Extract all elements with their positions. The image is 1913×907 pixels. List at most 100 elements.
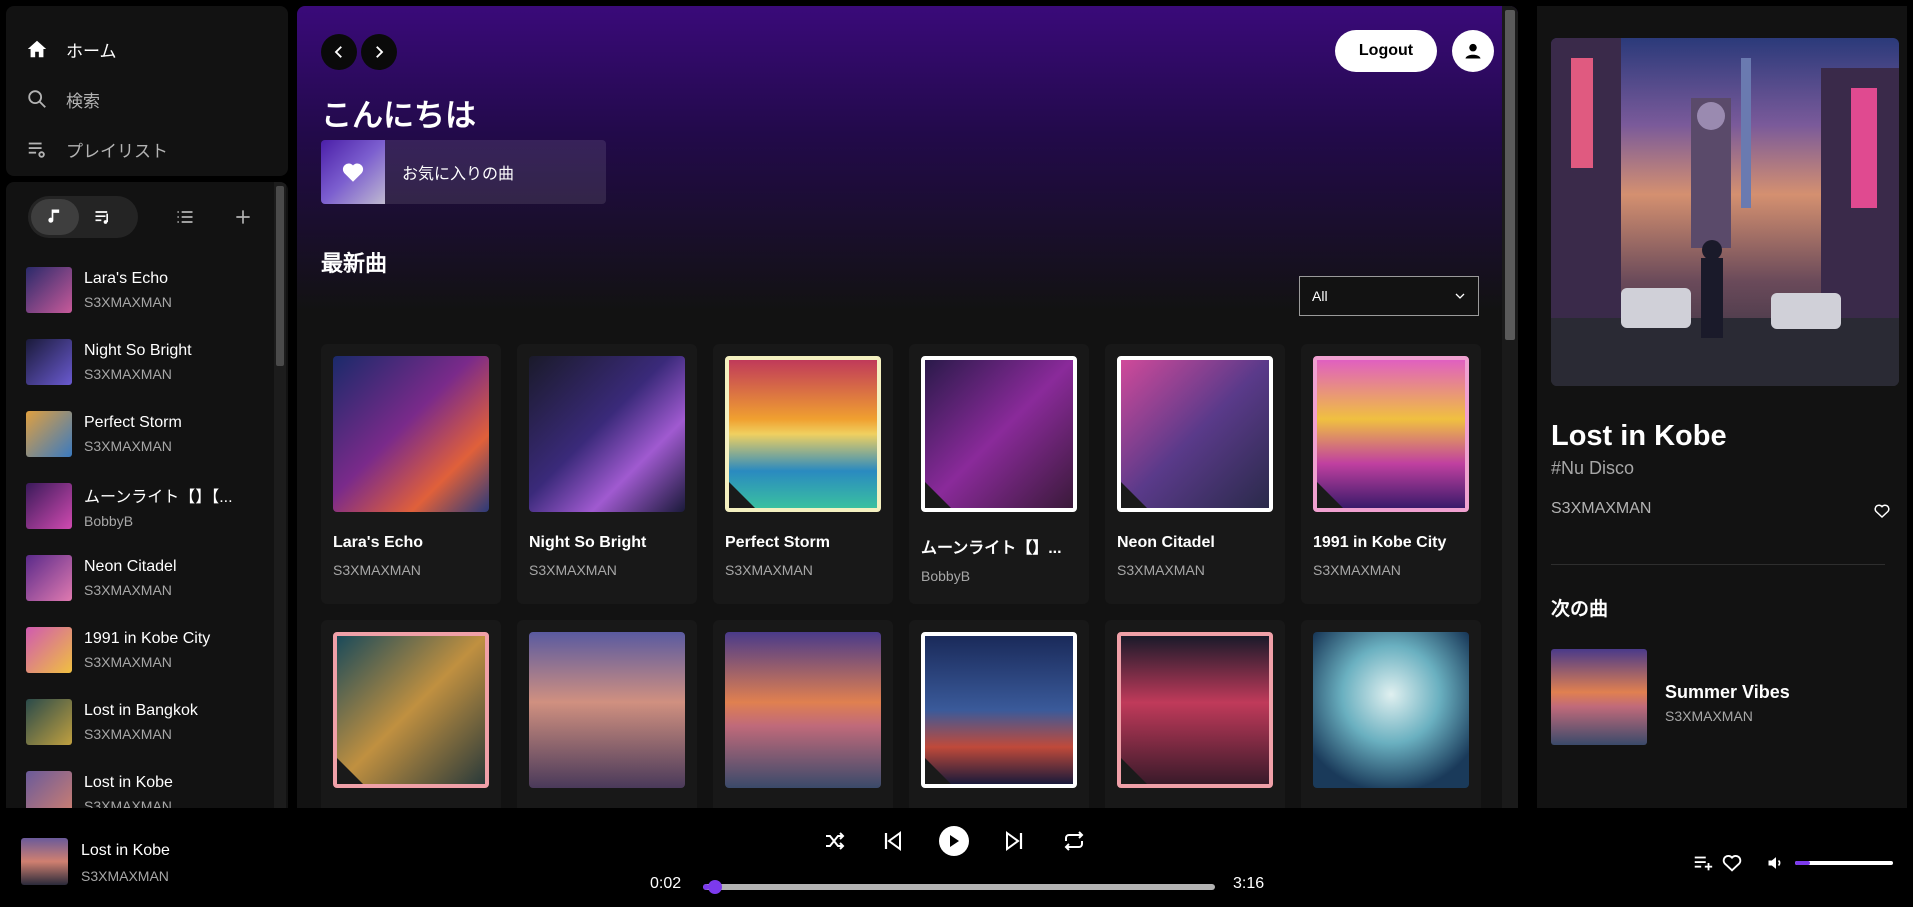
song-card-title: Perfect Storm: [725, 534, 830, 551]
list-view-button[interactable]: [172, 204, 198, 230]
song-card-cover: [725, 632, 881, 788]
player-thumbnail[interactable]: [21, 838, 68, 885]
next-button[interactable]: [1001, 828, 1027, 854]
favorites-card[interactable]: お気に入りの曲: [321, 140, 606, 204]
library-item-thumbnail: [26, 483, 72, 529]
songs-toggle-button[interactable]: [31, 199, 79, 235]
song-card-cover: [1313, 632, 1469, 788]
up-next-art[interactable]: [1551, 649, 1647, 745]
divider: [1551, 564, 1885, 565]
song-card-cover: [1313, 356, 1469, 512]
library-item-text: Night So Bright S3XMAXMAN: [84, 342, 254, 382]
shuffle-button[interactable]: [822, 828, 848, 854]
now-playing-panel: Lost in Kobe #Nu Disco S3XMAXMAN 次の曲 Sum…: [1537, 6, 1907, 808]
library-item-thumbnail: [26, 555, 72, 601]
now-playing-title: Lost in Kobe: [1551, 420, 1727, 452]
song-card[interactable]: 「神戸」...: [909, 620, 1089, 808]
progress-bar[interactable]: [703, 880, 1215, 894]
library-toolbar: [28, 196, 278, 238]
song-card[interactable]: [517, 620, 697, 808]
song-card[interactable]: Perfect Storm S3XMAXMAN: [713, 344, 893, 604]
song-card[interactable]: ムーンライト【】... BobbyB: [909, 344, 1089, 604]
song-card[interactable]: [321, 620, 501, 808]
song-card-artist: S3XMAXMAN: [529, 562, 617, 578]
song-card[interactable]: Lara's Echo S3XMAXMAN: [321, 344, 501, 604]
playlists-toggle-button[interactable]: [79, 199, 127, 235]
player-artist[interactable]: S3XMAXMAN: [81, 868, 169, 884]
library-item-title: Night So Bright: [84, 342, 192, 359]
library-item-artist: S3XMAXMAN: [84, 438, 172, 454]
cover-corner-badge: [925, 758, 951, 784]
main-scrollbar[interactable]: [1502, 6, 1518, 808]
cover-corner-badge: [1317, 482, 1343, 508]
up-next-heading: 次の曲: [1551, 599, 1609, 620]
now-playing-art: [1551, 38, 1899, 386]
user-icon: [1465, 43, 1481, 59]
queue-icon[interactable]: [1692, 852, 1714, 874]
nav-search[interactable]: 検索: [6, 74, 288, 124]
library-item-artist: S3XMAXMAN: [84, 798, 172, 808]
library-panel: Lara's Echo S3XMAXMAN Night So Bright S3XMA…: [6, 182, 288, 808]
library-item[interactable]: Lost in Kobe S3XMAXMAN: [26, 758, 266, 808]
library-item[interactable]: ムーンライト【】【... BobbyB: [26, 470, 266, 542]
song-card-artist: S3XMAXMAN: [1117, 562, 1205, 578]
now-playing-artist[interactable]: S3XMAXMAN: [1551, 500, 1651, 518]
repeat-button[interactable]: [1061, 828, 1087, 854]
library-scrollbar[interactable]: [274, 182, 286, 808]
library-item[interactable]: Lost in Bangkok S3XMAXMAN: [26, 686, 266, 758]
song-card-cover: [529, 356, 685, 512]
nav-home[interactable]: ホーム: [6, 24, 288, 74]
song-card-title: Lara's Echo: [333, 534, 424, 551]
main-scrollbar-thumb[interactable]: [1505, 10, 1515, 340]
profile-button[interactable]: [1452, 30, 1494, 72]
library-item[interactable]: Perfect Storm S3XMAXMAN: [26, 398, 266, 470]
library-item-title: Lost in Bangkok: [84, 702, 198, 719]
library-item-text: Lara's Echo S3XMAXMAN: [84, 270, 254, 310]
main-content: Logout こんにちは お気に入りの曲 最新曲 All Lara's Echo…: [297, 6, 1518, 808]
main-nav: ホーム 検索 プレイリスト: [6, 6, 288, 176]
like-heart-icon[interactable]: [1873, 502, 1891, 520]
cover-corner-badge: [337, 758, 363, 784]
song-card[interactable]: [713, 620, 893, 808]
forward-button[interactable]: [361, 34, 397, 70]
library-item-artist: S3XMAXMAN: [84, 366, 172, 382]
library-item[interactable]: Night So Bright S3XMAXMAN: [26, 326, 266, 398]
progress-knob[interactable]: [708, 880, 723, 894]
nav-playlist[interactable]: プレイリスト: [6, 124, 288, 174]
back-button[interactable]: [321, 34, 357, 70]
chevron-right-icon: [376, 46, 384, 58]
play-button[interactable]: [939, 826, 969, 856]
nav-search-label: 検索: [66, 91, 100, 111]
up-next-title[interactable]: Summer Vibes: [1665, 682, 1790, 703]
library-item-thumbnail: [26, 627, 72, 673]
volume-slider[interactable]: [1795, 861, 1893, 865]
song-card[interactable]: Night So Bright S3XMAXMAN: [517, 344, 697, 604]
song-card[interactable]: [1105, 620, 1285, 808]
chevron-left-icon: [334, 46, 342, 58]
song-card-cover: [725, 356, 881, 512]
library-item[interactable]: Lara's Echo S3XMAXMAN: [26, 254, 266, 326]
song-card-title: Neon Citadel: [1117, 534, 1215, 551]
song-card-cover: [333, 356, 489, 512]
library-item[interactable]: Neon Citadel S3XMAXMAN: [26, 542, 266, 614]
song-card-artist: S3XMAXMAN: [333, 562, 421, 578]
logout-button[interactable]: Logout: [1335, 30, 1437, 72]
player-title[interactable]: Lost in Kobe: [81, 842, 170, 860]
filter-value: All: [1312, 288, 1328, 304]
song-card-cover: [1117, 356, 1273, 512]
library-item-text: ムーンライト【】【... BobbyB: [84, 483, 254, 529]
song-card-artist: S3XMAXMAN: [725, 562, 813, 578]
now-playing-genre[interactable]: #Nu Disco: [1551, 458, 1634, 479]
volume-icon[interactable]: [1766, 853, 1786, 873]
previous-button[interactable]: [880, 828, 906, 854]
song-card[interactable]: [1301, 620, 1481, 808]
song-card[interactable]: Neon Citadel S3XMAXMAN: [1105, 344, 1285, 604]
heart-icon[interactable]: [1721, 852, 1743, 874]
song-card[interactable]: 1991 in Kobe City S3XMAXMAN: [1301, 344, 1481, 604]
library-item[interactable]: 1991 in Kobe City S3XMAXMAN: [26, 614, 266, 686]
library-item-title: Lost in Kobe: [84, 774, 173, 791]
library-scrollbar-thumb[interactable]: [276, 186, 284, 366]
song-card-artist: BobbyB: [921, 568, 971, 584]
add-button[interactable]: [230, 204, 256, 230]
genre-filter-select[interactable]: All: [1299, 276, 1479, 316]
